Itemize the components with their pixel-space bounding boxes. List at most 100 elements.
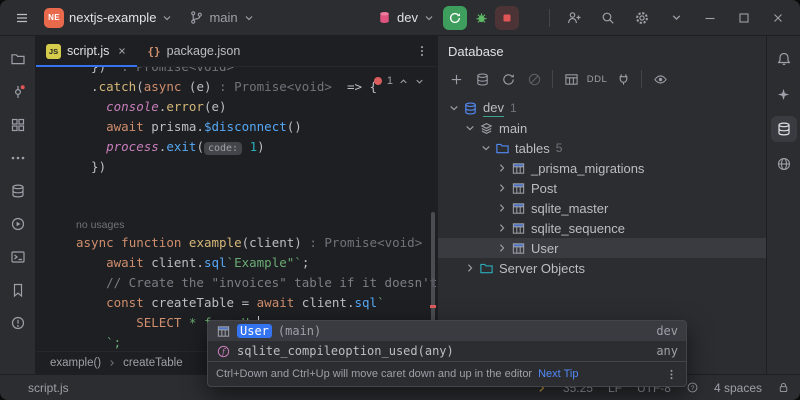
folder-icon [494, 140, 510, 156]
disconnect-plug-icon[interactable] [613, 69, 633, 89]
ai-assistant-icon[interactable] [771, 81, 797, 107]
db-tree-item-server-objects[interactable]: Server Objects [438, 258, 766, 278]
javascript-file-icon: JS [46, 44, 61, 59]
tree-item-label: _prisma_migrations [531, 161, 644, 176]
chevron-right-icon[interactable] [494, 220, 510, 236]
database-icon [462, 100, 478, 116]
project-selector[interactable]: NE nextjs-example [38, 5, 179, 31]
tree-item-label: dev [483, 100, 504, 117]
tree-item-label: Post [531, 181, 557, 196]
db-tree-item-user[interactable]: User [438, 238, 766, 258]
bookmarks-tool-icon[interactable] [5, 277, 31, 303]
db-tree-item--prisma-migrations[interactable]: _prisma_migrations [438, 158, 766, 178]
prev-problem-icon[interactable] [398, 76, 409, 87]
table-icon [510, 160, 526, 176]
titlebar-actions [562, 6, 790, 30]
error-count: 1 [387, 75, 393, 87]
indent-setting[interactable]: 4 spaces [714, 381, 762, 395]
notifications-bell-icon[interactable] [771, 46, 797, 72]
chevron-right-icon[interactable] [462, 260, 478, 276]
completion-tail: dev [656, 324, 678, 338]
commit-tool-icon[interactable] [5, 79, 31, 105]
code-line: // Create the "invoices" table if it doe… [76, 273, 437, 293]
chevron-right-icon[interactable] [494, 200, 510, 216]
next-problem-icon[interactable] [414, 76, 425, 87]
code-line: await prisma.$disconnect() [76, 117, 437, 137]
breadcrumb-variable[interactable]: createTable [123, 357, 182, 369]
ddl-icon[interactable]: DDL [587, 69, 607, 89]
database-toolbar: DDL [438, 66, 766, 92]
run-config-selector[interactable]: dev [371, 7, 441, 28]
rerun-button[interactable] [443, 6, 467, 30]
completion-item-sqlite-compileoption-used[interactable]: f sqlite_compileoption_used(any) any [208, 341, 686, 361]
tree-item-label: User [531, 241, 558, 256]
tab-script-js[interactable]: JS script.js [36, 36, 137, 66]
lock-icon[interactable] [777, 381, 790, 394]
chevron-down-icon[interactable] [664, 6, 688, 30]
chevron-right-icon[interactable] [494, 180, 510, 196]
more-tool-windows-icon[interactable] [5, 145, 31, 171]
problems-tool-icon[interactable] [5, 310, 31, 336]
database-tool-icon[interactable] [771, 116, 797, 142]
db-tree-item-tables[interactable]: tables5 [438, 138, 766, 158]
database-tool-icon[interactable] [5, 178, 31, 204]
stop-button[interactable] [495, 6, 519, 30]
question-icon[interactable]: ? [686, 381, 699, 394]
editor-scrollbar[interactable] [431, 212, 435, 332]
tree-item-badge: 5 [556, 141, 563, 155]
settings-gear-icon[interactable] [630, 6, 654, 30]
json-file-icon: {} [147, 45, 160, 58]
datasource-properties-icon[interactable] [472, 69, 492, 89]
code-editor[interactable]: }) : Promise<void> .catch(async (e) : Pr… [36, 67, 437, 351]
open-table-icon[interactable] [561, 69, 581, 89]
code-line: async function example(client) : Promise… [76, 233, 437, 253]
close-button[interactable] [766, 6, 790, 30]
statusbar-file[interactable]: script.js [28, 381, 69, 395]
next-tip-link[interactable]: Next Tip [538, 368, 578, 380]
minimize-button[interactable] [698, 6, 722, 30]
run-config-name: dev [397, 10, 418, 25]
db-tree-item-post[interactable]: Post [438, 178, 766, 198]
code-line: }) [76, 157, 437, 177]
db-tree-item-dev[interactable]: dev1 [438, 98, 766, 118]
db-tree-item-main[interactable]: main [438, 118, 766, 138]
structure-tool-icon[interactable] [5, 112, 31, 138]
db-tree-item-sqlite-sequence[interactable]: sqlite_sequence [438, 218, 766, 238]
git-branch-icon [189, 10, 204, 25]
breadcrumb-function[interactable]: example() [50, 357, 101, 369]
code-with-me-icon[interactable] [562, 6, 586, 30]
chevron-right-icon[interactable] [494, 160, 510, 176]
completion-options-kebab-icon[interactable] [665, 368, 678, 381]
chevron-down-icon[interactable] [462, 120, 478, 136]
inspection-widget[interactable]: 1 [374, 75, 425, 87]
chevron-down-icon[interactable] [446, 100, 462, 116]
error-stripe-mark[interactable] [430, 305, 436, 308]
right-tool-rail [766, 36, 800, 374]
completion-popup: User (main) dev f sqlite_compileoption_u… [207, 320, 687, 387]
cancel-icon[interactable] [524, 69, 544, 89]
maximize-button[interactable] [732, 6, 756, 30]
debug-button[interactable] [469, 6, 493, 30]
services-tool-icon[interactable] [5, 211, 31, 237]
tab-package-json[interactable]: {} package.json [137, 36, 250, 66]
tree-item-label: sqlite_sequence [531, 221, 625, 236]
tab-label: package.json [167, 44, 241, 58]
chevron-down-icon[interactable] [478, 140, 494, 156]
tab-options-kebab-icon[interactable] [415, 36, 437, 66]
chevron-right-icon[interactable] [494, 240, 510, 256]
code-area: }) : Promise<void> .catch(async (e) : Pr… [36, 67, 437, 351]
search-icon[interactable] [596, 6, 620, 30]
titlebar: NE nextjs-example main dev [0, 0, 800, 36]
close-tab-icon[interactable] [117, 46, 127, 56]
project-tool-icon[interactable] [5, 46, 31, 72]
add-datasource-icon[interactable] [446, 69, 466, 89]
view-options-eye-icon[interactable] [650, 69, 670, 89]
refresh-icon[interactable] [498, 69, 518, 89]
completion-item-user[interactable]: User (main) dev [208, 321, 686, 341]
terminal-tool-icon[interactable] [5, 244, 31, 270]
branch-selector[interactable]: main [183, 7, 260, 28]
chevron-down-icon [423, 12, 435, 24]
main-menu-icon[interactable] [10, 6, 34, 30]
endpoints-globe-icon[interactable] [771, 151, 797, 177]
db-tree-item-sqlite-master[interactable]: sqlite_master [438, 198, 766, 218]
